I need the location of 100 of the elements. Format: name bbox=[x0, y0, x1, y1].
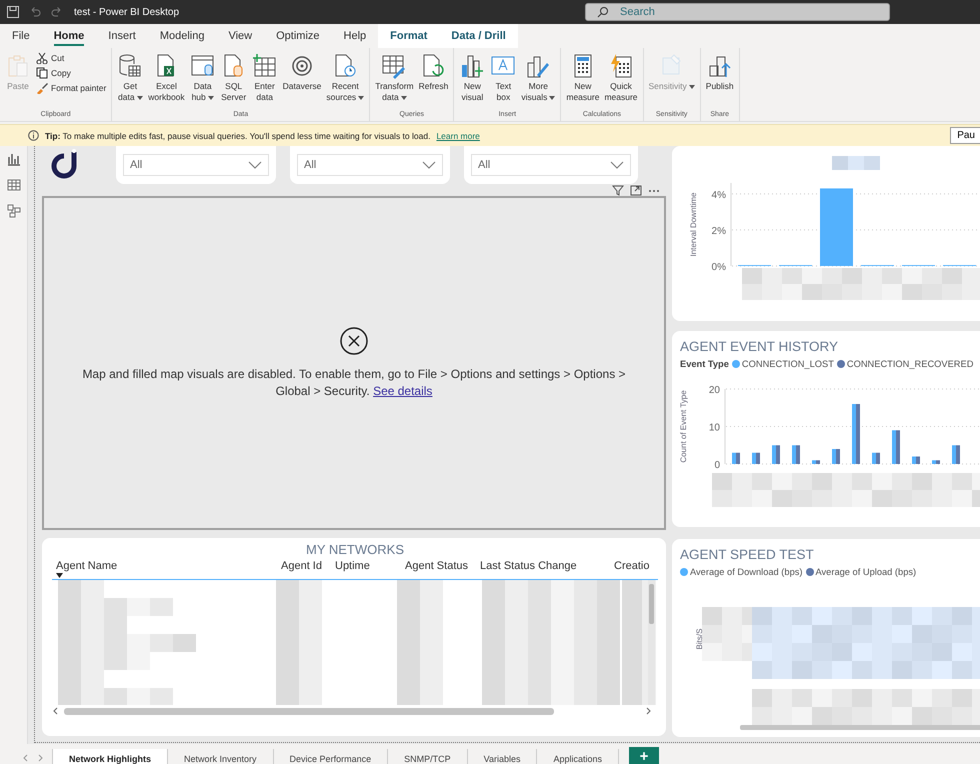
bar[interactable] bbox=[876, 452, 880, 464]
model-icon[interactable] bbox=[6, 204, 20, 218]
tip-text: Tip: To make multiple edits fast, pause visual queries. You'll spend less time waiting for visuals to load. bbox=[45, 130, 430, 140]
paintbrush-icon bbox=[36, 82, 48, 94]
search-icon bbox=[597, 6, 609, 18]
bar[interactable] bbox=[872, 452, 876, 464]
bar[interactable] bbox=[936, 460, 940, 464]
bar-chart-icon[interactable] bbox=[6, 152, 20, 166]
ribbon-tab[interactable]: Insert bbox=[96, 24, 148, 48]
info-icon bbox=[28, 130, 39, 141]
horizontal-scrollbar[interactable] bbox=[740, 725, 980, 730]
copy-icon bbox=[36, 67, 48, 79]
slicer-dropdown[interactable]: All bbox=[471, 154, 631, 176]
vertical-scrollbar[interactable] bbox=[648, 580, 655, 705]
error-circle-icon bbox=[339, 326, 369, 356]
page-tab[interactable]: Network Highlights bbox=[52, 749, 168, 764]
bar[interactable] bbox=[832, 449, 836, 464]
ribbon-button[interactable]: Excel workbook bbox=[146, 51, 187, 110]
pixelated-area bbox=[832, 156, 880, 170]
filter-icon[interactable] bbox=[612, 184, 624, 196]
bar[interactable] bbox=[732, 452, 736, 464]
bar[interactable] bbox=[820, 188, 853, 266]
column-header[interactable]: Uptime bbox=[335, 560, 370, 573]
see-details-link[interactable]: See details bbox=[373, 384, 432, 398]
ribbon-button[interactable]: Cut bbox=[34, 51, 108, 65]
legend-label: CONNECTION_LOST bbox=[742, 359, 834, 369]
bar[interactable] bbox=[896, 430, 900, 464]
bar[interactable] bbox=[736, 452, 740, 464]
column-header[interactable]: Agent Id bbox=[281, 560, 322, 573]
ribbon-tab[interactable]: Data / Drill bbox=[439, 24, 518, 48]
ribbon-button[interactable]: Dataverse bbox=[280, 51, 324, 110]
window-title: test - Power BI Desktop bbox=[74, 6, 180, 18]
bar[interactable] bbox=[916, 456, 920, 464]
ribbon-button[interactable]: Copy bbox=[34, 66, 108, 80]
ribbon-button[interactable]: Enter data bbox=[250, 51, 280, 110]
ribbon-tab[interactable]: File bbox=[0, 24, 42, 48]
bar[interactable] bbox=[892, 430, 896, 464]
legend-title: Event Type bbox=[680, 359, 729, 369]
ribbon-button[interactable]: New visual bbox=[457, 51, 488, 110]
learn-more-link[interactable]: Learn more bbox=[436, 130, 480, 140]
ribbon-tab[interactable]: Home bbox=[42, 24, 96, 48]
pixelated-area bbox=[397, 652, 443, 670]
pixelated-area bbox=[276, 598, 322, 616]
pixelated-area bbox=[397, 688, 443, 705]
chevron-down-icon bbox=[248, 161, 262, 169]
column-header[interactable]: Last Status Change bbox=[480, 560, 577, 573]
ribbon-button[interactable]: Get data bbox=[115, 51, 146, 110]
scroll-right-icon[interactable] bbox=[644, 707, 652, 715]
bar[interactable] bbox=[772, 445, 776, 464]
bar[interactable] bbox=[912, 456, 916, 464]
pixelated-area bbox=[276, 652, 322, 670]
slicer-dropdown[interactable]: All bbox=[123, 154, 269, 176]
bar[interactable] bbox=[932, 460, 936, 464]
bar[interactable] bbox=[752, 452, 756, 464]
search-field[interactable]: Search bbox=[585, 3, 890, 21]
ribbon-tab[interactable]: Modeling bbox=[148, 24, 216, 48]
column-header[interactable]: Creatio bbox=[614, 560, 650, 573]
ribbon-button[interactable]: Text box bbox=[488, 51, 518, 110]
table-icon[interactable] bbox=[6, 178, 20, 192]
horizontal-scrollbar[interactable] bbox=[64, 708, 554, 714]
pause-button[interactable]: Pau bbox=[950, 127, 980, 144]
bar[interactable] bbox=[952, 445, 956, 464]
chart-title: AGENT EVENT HISTORY bbox=[680, 338, 838, 354]
ribbon-button[interactable]: Recent sources bbox=[324, 51, 366, 110]
ribbon-button[interactable]: Transform data bbox=[373, 51, 416, 110]
scroll-left-icon[interactable] bbox=[52, 707, 60, 715]
ribbon-tab[interactable]: Format bbox=[378, 24, 440, 48]
pixelated-area bbox=[397, 670, 443, 688]
ribbon-button[interactable]: SQL Server bbox=[218, 51, 249, 110]
column-header[interactable]: Agent Name bbox=[56, 560, 118, 578]
bar[interactable] bbox=[836, 449, 840, 464]
ribbon-tab[interactable]: View bbox=[216, 24, 264, 48]
expand-icon[interactable] bbox=[630, 184, 642, 196]
slicer-dropdown[interactable]: All bbox=[297, 154, 443, 176]
bar[interactable] bbox=[852, 404, 856, 464]
bar[interactable] bbox=[956, 445, 960, 464]
bar[interactable] bbox=[856, 404, 860, 464]
pixelated-area bbox=[276, 634, 322, 652]
bar[interactable] bbox=[796, 445, 800, 464]
ribbon-button[interactable]: Data hub bbox=[188, 51, 218, 110]
bar[interactable] bbox=[812, 460, 816, 464]
bar[interactable] bbox=[756, 452, 760, 464]
bar[interactable] bbox=[816, 460, 820, 464]
ribbon-button[interactable]: More visuals bbox=[519, 51, 558, 110]
chart-title: AGENT SPEED TEST bbox=[680, 546, 814, 562]
ribbon-button[interactable]: Quick measure bbox=[602, 51, 640, 110]
ribbon-button[interactable]: New measure bbox=[564, 51, 602, 110]
error-message: Map and filled map visuals are disabled. To enable them, go to File > Options and settings > Options > Global > Security. See details bbox=[81, 366, 627, 400]
ribbon-button[interactable]: Refresh bbox=[416, 51, 450, 110]
bar[interactable] bbox=[792, 445, 796, 464]
bar[interactable] bbox=[776, 445, 780, 464]
ribbon-button[interactable]: Format painter bbox=[34, 81, 108, 95]
pixelated-area bbox=[276, 670, 322, 688]
ribbon-tab[interactable]: Help bbox=[332, 24, 378, 48]
save-icon[interactable] bbox=[6, 5, 20, 19]
ribbon-button[interactable]: Publish bbox=[704, 51, 736, 110]
ribbon-tab[interactable]: Optimize bbox=[264, 24, 332, 48]
add-page-button[interactable]: + bbox=[629, 747, 659, 764]
column-header[interactable]: Agent Status bbox=[405, 560, 468, 573]
pixelated-area bbox=[397, 598, 443, 616]
